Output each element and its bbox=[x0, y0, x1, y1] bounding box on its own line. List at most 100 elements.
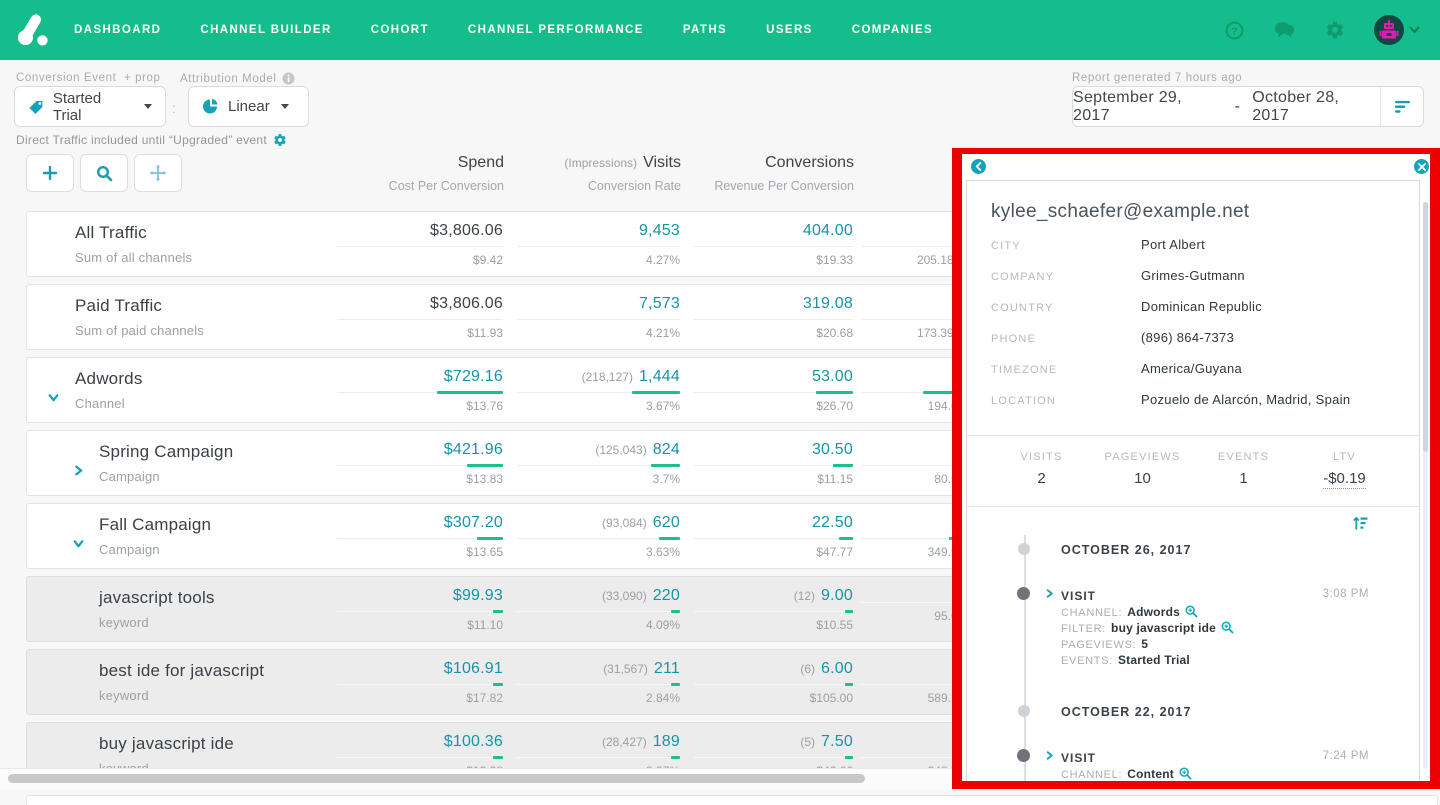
value-bar bbox=[816, 391, 853, 394]
row-type-label: keyword bbox=[99, 688, 323, 703]
sort-ascending-icon[interactable] bbox=[1352, 515, 1369, 532]
date-filter-button[interactable] bbox=[1380, 87, 1423, 126]
cell-sub-text: 4.27% bbox=[646, 253, 680, 267]
cell-main: $99.93 bbox=[337, 587, 503, 612]
row-name: All TrafficSum of all channels bbox=[27, 223, 323, 265]
tag-icon bbox=[28, 99, 44, 115]
info-icon[interactable] bbox=[282, 72, 295, 85]
nav-item-paths[interactable]: PATHS bbox=[683, 24, 727, 36]
cell-main-value: 211 bbox=[654, 660, 680, 677]
chevron-down-icon[interactable] bbox=[72, 537, 85, 550]
cell-col3: 319.08$20.68 bbox=[680, 295, 853, 340]
back-button[interactable] bbox=[971, 159, 986, 174]
profile-field-location: LOCATIONPozuelo de Alarcón, Madrid, Spai… bbox=[991, 392, 1395, 423]
field-value: Pozuelo de Alarcón, Madrid, Spain bbox=[1141, 392, 1350, 407]
value-bar bbox=[845, 756, 853, 759]
cell-col2: (93,084)6203.63% bbox=[503, 514, 680, 559]
timeline-visit[interactable]: VISIT7:24 PMCHANNEL:ContentFILTER:Outbra… bbox=[1061, 749, 1369, 781]
horizontal-scrollbar-thumb[interactable] bbox=[8, 774, 865, 783]
stat-label: PAGEVIEWS bbox=[1092, 451, 1193, 463]
date-range-text: September 29, 2017 - October 28, 2017 bbox=[1073, 89, 1380, 125]
cell-col1: $3,806.06$11.93 bbox=[323, 295, 503, 340]
cost-per-conversion-header: Cost Per Conversion bbox=[338, 179, 504, 193]
value-bar bbox=[493, 683, 503, 686]
app-logo-icon[interactable] bbox=[16, 12, 50, 48]
settings-gear-icon[interactable] bbox=[1325, 20, 1345, 40]
nav-item-users[interactable]: USERS bbox=[766, 24, 813, 36]
cell-main-value: 620 bbox=[653, 514, 680, 531]
panel-scrollbar-thumb[interactable] bbox=[1423, 202, 1428, 452]
cell-col1: $421.96$13.83 bbox=[323, 441, 503, 486]
row-title: All Traffic bbox=[75, 223, 323, 243]
nav-item-channel-builder[interactable]: CHANNEL BUILDER bbox=[200, 24, 331, 36]
conversion-event-label: Conversion Event + prop bbox=[16, 72, 161, 84]
cell-main: 9,453 bbox=[517, 222, 680, 247]
cell-col2: (31,567)2112.84% bbox=[503, 660, 680, 705]
note-gear-icon[interactable] bbox=[273, 133, 287, 147]
stat-label: VISITS bbox=[991, 451, 1092, 463]
column-header-conversions[interactable]: Conversions Revenue Per Conversion bbox=[681, 154, 854, 193]
cell-main-value: 22.50 bbox=[812, 514, 853, 531]
cell-sub-text: 3.67% bbox=[646, 399, 680, 413]
profile-field-timezone: TIMEZONEAmerica/Guyana bbox=[991, 361, 1395, 392]
column-header-visits[interactable]: (Impressions)Visits Conversion Rate bbox=[504, 154, 681, 193]
avatar bbox=[1374, 15, 1404, 45]
visits-header: Visits bbox=[643, 154, 681, 171]
cell-main-value: 53.00 bbox=[812, 368, 853, 385]
date-start: September 29, 2017 bbox=[1073, 89, 1223, 125]
add-button[interactable] bbox=[26, 154, 74, 192]
nav-item-cohort[interactable]: COHORT bbox=[371, 24, 429, 36]
cell-sub-value: $13.76 bbox=[337, 393, 503, 413]
timeline-visit[interactable]: VISIT3:08 PMCHANNEL:AdwordsFILTER:buy ja… bbox=[1061, 587, 1369, 669]
cell-main-value: $100.36 bbox=[444, 733, 503, 750]
zoom-in-icon[interactable] bbox=[1221, 621, 1234, 634]
chevron-right-icon[interactable] bbox=[1044, 588, 1055, 599]
search-button[interactable] bbox=[80, 154, 128, 192]
zoom-in-icon[interactable] bbox=[1185, 605, 1198, 618]
stat-value: 2 bbox=[1037, 470, 1045, 487]
stat-value: 10 bbox=[1134, 470, 1151, 487]
chat-icon[interactable] bbox=[1273, 21, 1296, 40]
plus-icon bbox=[42, 165, 58, 181]
cell-sub-text: $105.00 bbox=[810, 691, 853, 705]
detail-label: PAGEVIEWS: bbox=[1061, 639, 1136, 651]
timeline-date-text: OCTOBER 26, 2017 bbox=[1061, 543, 1191, 557]
value-bar bbox=[671, 756, 680, 759]
timeline-date-dot bbox=[1018, 543, 1030, 555]
cell-sub-value: $20.68 bbox=[694, 320, 853, 340]
row-title: javascript tools bbox=[99, 588, 323, 608]
revenue-per-conversion-header: Revenue Per Conversion bbox=[695, 179, 854, 193]
nav-item-dashboard[interactable]: DASHBOARD bbox=[74, 24, 161, 36]
cell-sub-value: $11.10 bbox=[337, 612, 503, 632]
chevron-right-icon[interactable] bbox=[72, 464, 85, 477]
cell-sub-value: $13.65 bbox=[337, 539, 503, 559]
attribution-model-dropdown[interactable]: Linear bbox=[188, 86, 309, 127]
cell-col3: 30.50$11.15 bbox=[680, 441, 853, 486]
nav-item-companies[interactable]: COMPANIES bbox=[852, 24, 933, 36]
conversion-event-dropdown[interactable]: Started Trial bbox=[14, 86, 166, 127]
stat-value[interactable]: -$0.19 bbox=[1323, 470, 1366, 489]
column-header-spend[interactable]: Spend Cost Per Conversion bbox=[324, 154, 504, 193]
zoom-in-icon[interactable] bbox=[1179, 767, 1192, 780]
row-name: javascript toolskeyword bbox=[27, 588, 323, 630]
date-range-picker[interactable]: September 29, 2017 - October 28, 2017 bbox=[1072, 86, 1424, 127]
move-columns-button[interactable] bbox=[134, 154, 182, 192]
cell-main-value: $307.20 bbox=[444, 514, 503, 531]
close-button[interactable] bbox=[1414, 159, 1429, 174]
filter-lines-icon bbox=[1393, 98, 1412, 115]
cell-main: (28,427)189 bbox=[517, 733, 680, 758]
account-menu[interactable] bbox=[1374, 15, 1420, 45]
field-label: COMPANY bbox=[991, 271, 1141, 283]
profile-field-city: CITYPort Albert bbox=[991, 237, 1395, 268]
add-prop-link[interactable]: + prop bbox=[124, 72, 161, 84]
detail-label: FILTER: bbox=[1061, 623, 1106, 635]
value-bar bbox=[467, 464, 503, 467]
value-bar bbox=[845, 683, 853, 686]
chevron-down-icon[interactable] bbox=[47, 391, 60, 404]
help-icon[interactable]: ? bbox=[1225, 21, 1244, 40]
cell-main-value: 7.50 bbox=[821, 733, 853, 750]
chevron-right-icon[interactable] bbox=[1044, 750, 1055, 761]
conversion-event-value: Started Trial bbox=[53, 90, 133, 124]
cell-main-value: $3,806.06 bbox=[430, 295, 503, 312]
nav-item-channel-performance[interactable]: CHANNEL PERFORMANCE bbox=[468, 24, 644, 36]
